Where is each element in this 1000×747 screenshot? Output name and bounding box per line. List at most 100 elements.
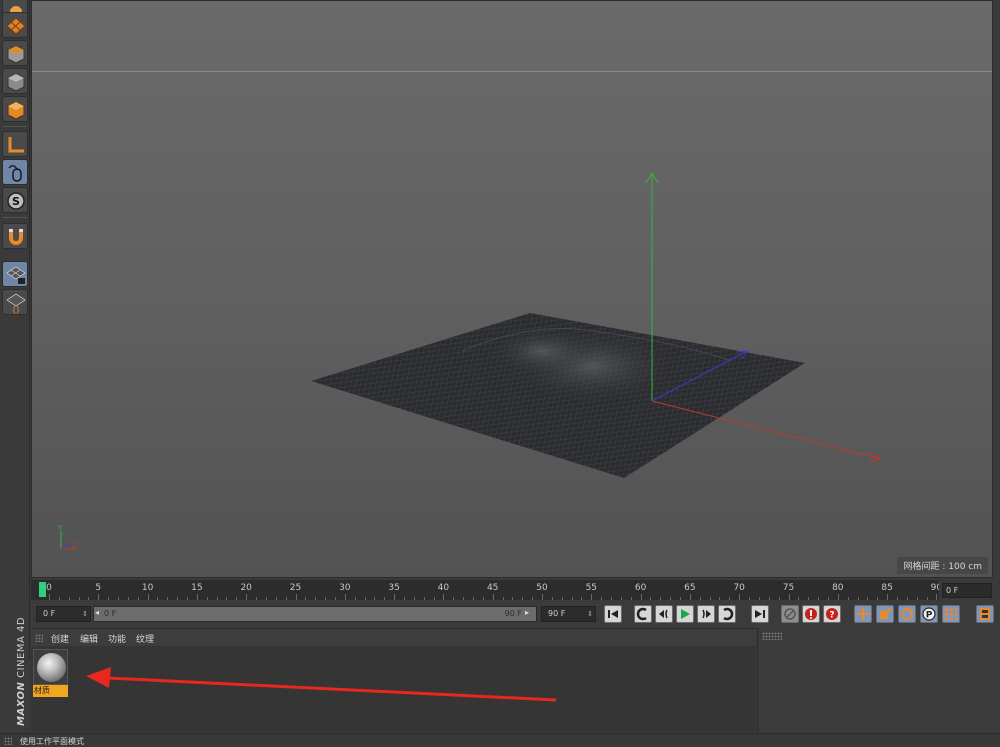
ruler-tick (482, 597, 484, 600)
workplane-align-icon[interactable]: () (2, 289, 28, 315)
ruler-tick (749, 597, 751, 600)
range-right-arrow-icon[interactable]: ▸ (525, 608, 535, 620)
previous-frame-button[interactable] (655, 605, 673, 623)
ruler-tick (591, 594, 593, 600)
ruler-tick (798, 597, 800, 600)
scale-key-button[interactable] (876, 605, 894, 623)
ruler-tick (334, 597, 336, 600)
ruler-tick (561, 597, 563, 600)
ruler-tick-label: 40 (437, 583, 450, 593)
parameter-key-button[interactable]: P (920, 605, 938, 623)
ruler-tick-label: 45 (486, 583, 499, 593)
landscape-object[interactable] (311, 313, 805, 478)
range-end-value: 90 F (504, 609, 522, 618)
ruler-tick (206, 597, 208, 600)
panel-grip-icon[interactable] (762, 632, 782, 640)
object-mode-icon[interactable] (2, 68, 28, 94)
timeline-ruler[interactable]: 0 5 10 15 20 25 30 35 40 45 50 55 60 65 70 75 80 85 90 (31, 580, 942, 600)
workplane-axis-icon[interactable] (2, 131, 28, 157)
go-to-start-button[interactable] (604, 605, 622, 623)
film-strip-button[interactable] (976, 605, 994, 623)
range-start-value: 0 F (104, 609, 117, 618)
auto-keying-button[interactable] (802, 605, 820, 623)
grid-spacing-label: 网格间距 : 100 cm (897, 557, 988, 574)
ruler-tick (611, 597, 613, 600)
next-key-button[interactable] (718, 605, 736, 623)
ruler-tick (906, 597, 908, 600)
model-mode-icon[interactable] (2, 40, 28, 66)
ruler-tick (295, 594, 297, 600)
previous-key-button[interactable] (634, 605, 652, 623)
ruler-tick (325, 597, 327, 600)
ruler-tick (739, 594, 741, 600)
stepper-arrows-icon[interactable]: ⇕ (587, 607, 593, 621)
svg-text:?: ? (829, 611, 834, 621)
ruler-tick (167, 597, 169, 600)
material-swatch[interactable]: 材质 (33, 649, 68, 697)
ruler-tick-label: 35 (388, 583, 400, 593)
timeline-playhead[interactable] (39, 582, 46, 597)
magnet-icon[interactable] (2, 223, 28, 249)
attributes-panel (757, 628, 1000, 732)
menu-edit[interactable]: 编辑 (80, 632, 98, 645)
ruler-tick (118, 597, 120, 600)
ruler-tick (226, 597, 228, 600)
panel-grip-icon[interactable] (4, 737, 12, 745)
stepper-arrows-icon[interactable]: ⇕ (82, 607, 88, 621)
ruler-tick (305, 597, 307, 600)
ruler-tick (857, 597, 859, 600)
ruler-tick (265, 597, 267, 600)
ruler-tick (729, 597, 731, 600)
ruler-tick (768, 597, 770, 600)
play-button[interactable] (676, 605, 694, 623)
left-toolbar: S () (0, 0, 30, 660)
keyframe-selection-button[interactable]: ? (823, 605, 841, 623)
menu-function[interactable]: 功能 (108, 632, 126, 645)
workplane-lock-icon[interactable] (2, 261, 28, 287)
ruler-tick (374, 597, 376, 600)
object-axis-icon[interactable] (2, 96, 28, 122)
max-frame-field[interactable]: 90 F ⇕ (541, 606, 596, 622)
transport-bar: 0 F ⇕ ◂ 0 F 90 F ▸ 90 F ⇕ ? P (31, 602, 1000, 626)
preview-range-slider[interactable]: ◂ 0 F 90 F ▸ (93, 606, 537, 622)
panel-grip-icon[interactable] (35, 634, 43, 642)
ruler-tick (275, 597, 277, 600)
ruler-end-panel: 0 F (939, 580, 1000, 600)
ruler-tick (384, 597, 386, 600)
record-keys-button[interactable] (781, 605, 799, 623)
ruler-tick (344, 594, 346, 600)
ruler-tick (640, 594, 642, 600)
ruler-tick (926, 597, 928, 600)
menu-create[interactable]: 创建 (51, 632, 69, 645)
ruler-tick (127, 597, 129, 600)
menu-texture[interactable]: 纹理 (136, 632, 154, 645)
brand-product: CINEMA 4D (16, 616, 27, 678)
ruler-tick-label: 65 (684, 583, 696, 593)
rotation-key-button[interactable] (898, 605, 916, 623)
ruler-tick (571, 597, 573, 600)
snap-icon[interactable]: S (2, 187, 28, 213)
point-level-key-button[interactable] (942, 605, 960, 623)
position-key-button[interactable] (854, 605, 872, 623)
ruler-tick (216, 597, 218, 600)
svg-text:S: S (12, 195, 20, 208)
scene-canvas: Y Z (57, 172, 883, 550)
ruler-tick (512, 597, 514, 600)
next-frame-button[interactable] (697, 605, 715, 623)
ruler-tick (413, 597, 415, 600)
ruler-tick (808, 597, 810, 600)
status-bar: 使用工作平面模式 (0, 733, 1000, 747)
ruler-tick (423, 597, 425, 600)
tweak-mouse-icon[interactable] (2, 159, 28, 185)
go-to-end-button[interactable] (751, 605, 769, 623)
polygon-mode-icon[interactable] (2, 12, 28, 38)
material-manager-panel[interactable]: 材质 (31, 646, 756, 732)
ruler-tick (719, 597, 721, 600)
3d-viewport[interactable]: Y Z 网格间距 : 100 cm (31, 0, 993, 578)
ruler-tick (236, 597, 238, 600)
ruler-tick (354, 597, 356, 600)
current-frame-field[interactable]: 0 F ⇕ (36, 606, 91, 622)
ruler-tick-label: 5 (95, 583, 102, 593)
svg-text:P: P (926, 611, 933, 621)
ruler-end-frame-field[interactable]: 0 F (942, 583, 992, 598)
